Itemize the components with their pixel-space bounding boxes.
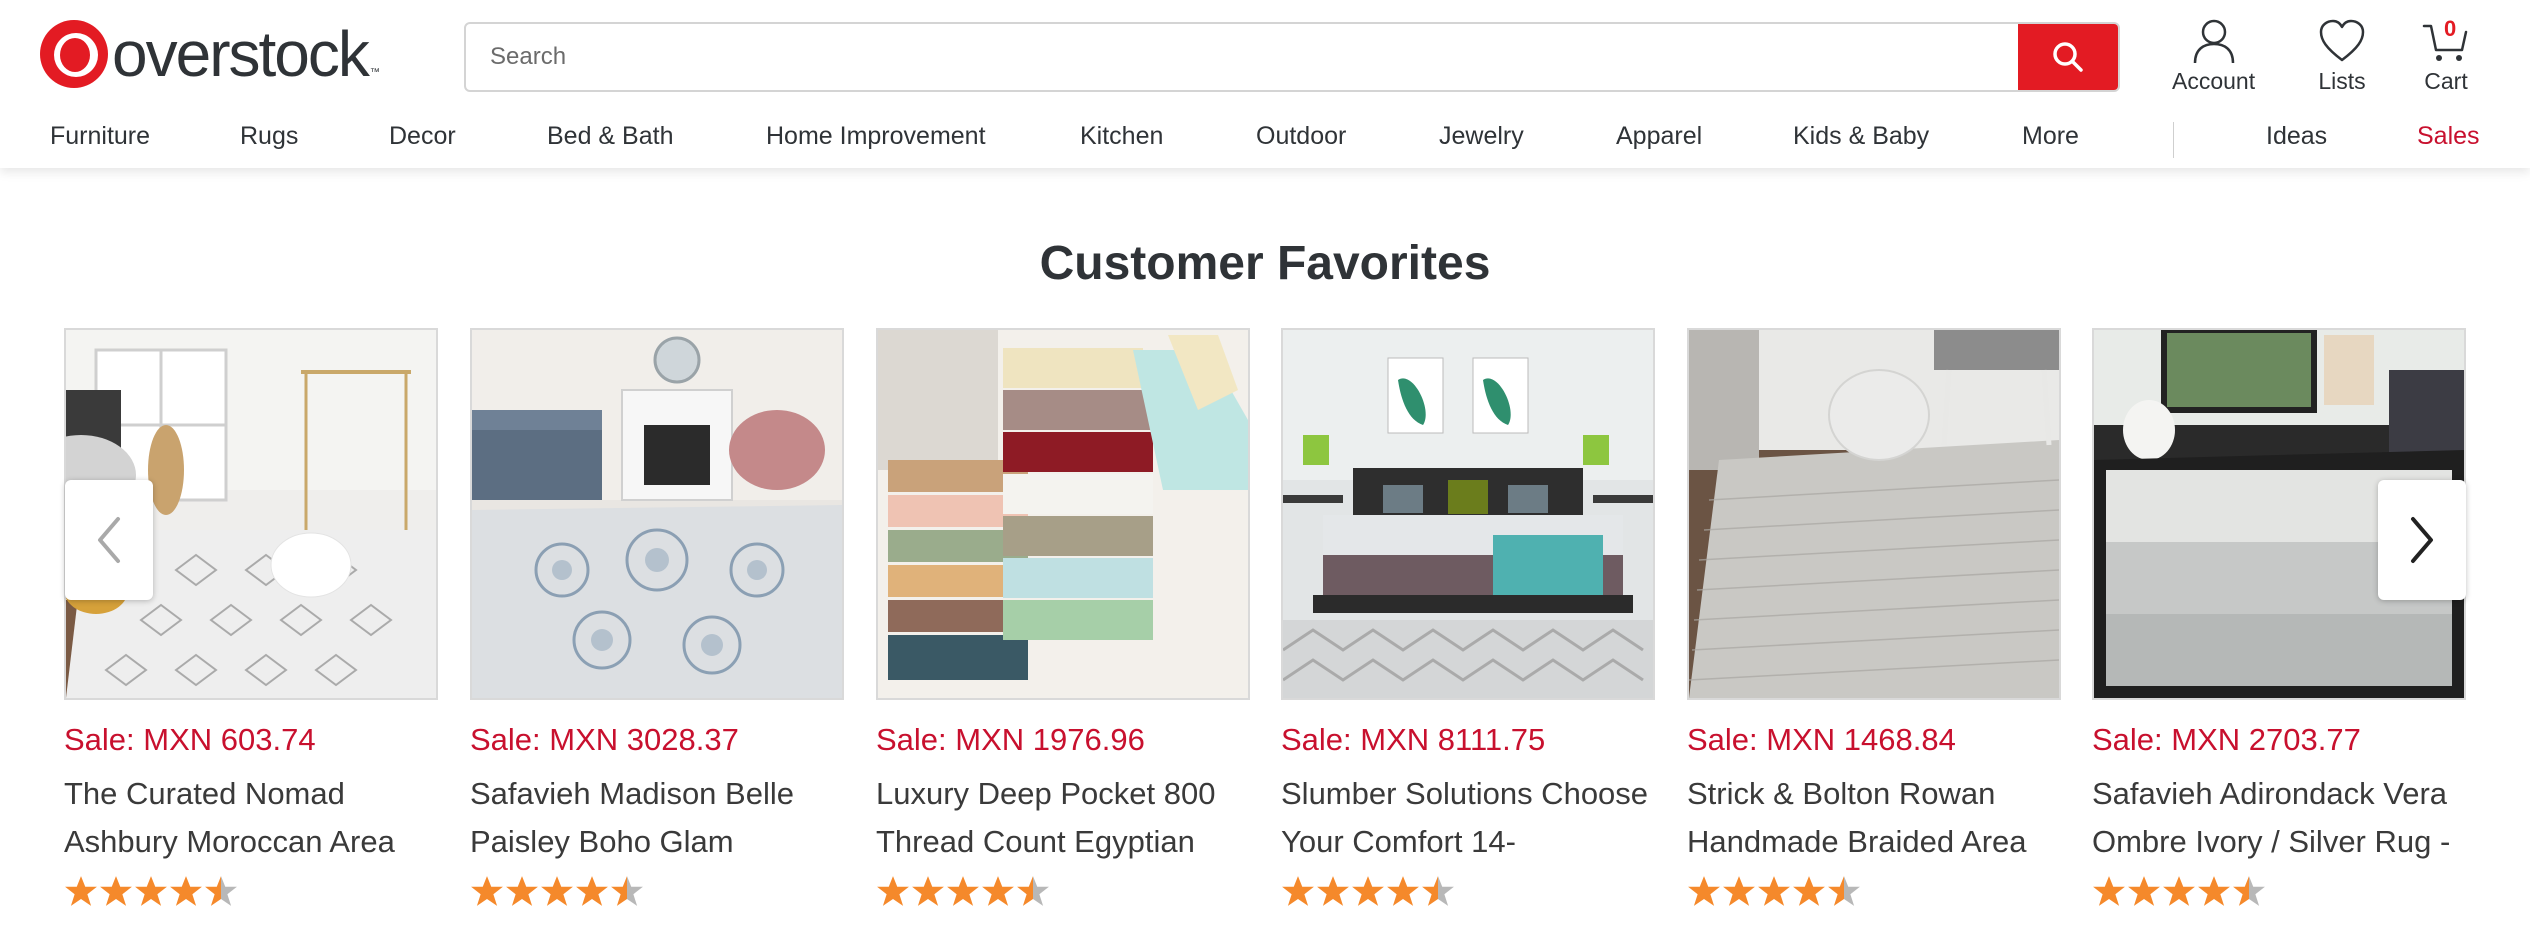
chevron-right-icon [2411, 517, 2433, 563]
cart-label: Cart [2424, 68, 2468, 94]
nav-more[interactable]: More [2022, 122, 2079, 151]
star-icon [2198, 876, 2230, 906]
product-price: Sale: MXN 8111.75 [1281, 722, 1546, 757]
star-icon [1387, 876, 1419, 906]
product-card[interactable]: Sale: MXN 603.74 The Curated Nomad Ashbu… [64, 328, 438, 908]
search-icon [2053, 42, 2083, 72]
heart-icon [2319, 19, 2365, 62]
product-name[interactable]: Slumber Solutions Choose Your Comfort 14… [1281, 770, 1655, 866]
star-icon [611, 876, 643, 906]
product-image[interactable] [876, 328, 1250, 700]
star-rating [1687, 874, 2061, 908]
star-icon [1758, 876, 1790, 906]
product-card[interactable]: Sale: MXN 3028.37 Safavieh Madison Belle… [470, 328, 844, 908]
star-icon [1688, 876, 1720, 906]
star-icon [1828, 876, 1860, 906]
product-price: Sale: MXN 603.74 [64, 722, 316, 757]
section-title: Customer Favorites [1039, 237, 1491, 290]
star-icon [912, 876, 944, 906]
category-nav: Furniture Rugs Decor Bed & Bath Home Imp… [0, 118, 2530, 162]
product-price: Sale: MXN 2703.77 [2092, 722, 2361, 757]
search-button[interactable] [2018, 24, 2118, 90]
nav-bed-bath[interactable]: Bed & Bath [547, 122, 673, 151]
nav-kitchen[interactable]: Kitchen [1080, 122, 1163, 151]
product-name[interactable]: The Curated Nomad Ashbury Moroccan Area [64, 770, 438, 866]
product-name[interactable]: Safavieh Adirondack Vera Ombre Ivory / S… [2092, 770, 2466, 866]
star-icon [576, 876, 608, 906]
star-icon [1282, 876, 1314, 906]
nav-decor[interactable]: Decor [389, 122, 456, 151]
product-price: Sale: MXN 3028.37 [470, 722, 739, 757]
star-rating [2092, 874, 2466, 908]
product-image[interactable] [470, 328, 844, 700]
star-icon [471, 876, 503, 906]
overstock-logo[interactable]: overstock ™ [40, 18, 380, 90]
cart-link[interactable]: 0 Cart [2422, 16, 2470, 95]
star-icon [1723, 876, 1755, 906]
star-icon [65, 876, 97, 906]
star-rating [470, 874, 844, 908]
star-icon [2093, 876, 2125, 906]
account-label: Account [2172, 68, 2256, 94]
product-name[interactable]: Strick & Bolton Rowan Handmade Braided A… [1687, 770, 2061, 866]
nav-sales[interactable]: Sales [2417, 122, 2480, 151]
carousel-next-button[interactable] [2378, 480, 2466, 600]
star-icon [170, 876, 202, 906]
account-link[interactable]: Account [2172, 18, 2255, 95]
star-icon [1317, 876, 1349, 906]
star-rating [1281, 874, 1655, 908]
star-icon [1017, 876, 1049, 906]
product-name[interactable]: Luxury Deep Pocket 800 Thread Count Egyp… [876, 770, 1250, 866]
carousel-prev-button[interactable] [65, 480, 153, 600]
nav-furniture[interactable]: Furniture [50, 122, 150, 151]
star-icon [100, 876, 132, 906]
cart-count-badge: 0 [2444, 16, 2457, 41]
nav-home-improvement[interactable]: Home Improvement [766, 122, 986, 151]
product-card[interactable]: Sale: MXN 2703.77 Safavieh Adirondack Ve… [2092, 328, 2466, 908]
product-card[interactable]: Sale: MXN 8111.75 Slumber Solutions Choo… [1281, 328, 1655, 908]
star-icon [947, 876, 979, 906]
search-input[interactable] [466, 24, 2018, 90]
product-price: Sale: MXN 1976.96 [876, 722, 1145, 757]
star-icon [541, 876, 573, 906]
nav-ideas[interactable]: Ideas [2266, 122, 2327, 151]
star-icon [205, 876, 237, 906]
star-rating [876, 874, 1250, 908]
product-image[interactable] [1281, 328, 1655, 700]
nav-rugs[interactable]: Rugs [240, 122, 298, 151]
star-rating [64, 874, 438, 908]
logo-mark [40, 20, 108, 88]
star-icon [135, 876, 167, 906]
nav-kids-baby[interactable]: Kids & Baby [1793, 122, 1929, 151]
site-header: overstock ™ Account Lists [0, 0, 2530, 168]
star-icon [2128, 876, 2160, 906]
account-icon [2193, 19, 2234, 64]
nav-jewelry[interactable]: Jewelry [1439, 122, 1524, 151]
nav-apparel[interactable]: Apparel [1616, 122, 1702, 151]
star-icon [2233, 876, 2265, 906]
search-bar [464, 22, 2120, 92]
logo-trademark: ™ [369, 67, 380, 78]
product-price: Sale: MXN 1468.84 [1687, 722, 1956, 757]
star-icon [982, 876, 1014, 906]
product-name[interactable]: Safavieh Madison Belle Paisley Boho Glam [470, 770, 844, 866]
star-icon [1352, 876, 1384, 906]
product-card[interactable]: Sale: MXN 1976.96 Luxury Deep Pocket 800… [876, 328, 1250, 908]
nav-outdoor[interactable]: Outdoor [1256, 122, 1346, 151]
star-icon [506, 876, 538, 906]
product-card[interactable]: Sale: MXN 1468.84 Strick & Bolton Rowan … [1687, 328, 2061, 908]
nav-divider [2173, 122, 2174, 158]
star-icon [1793, 876, 1825, 906]
star-icon [877, 876, 909, 906]
star-icon [1422, 876, 1454, 906]
star-icon [2163, 876, 2195, 906]
logo-wordmark: overstock [112, 18, 370, 90]
lists-link[interactable]: Lists [2318, 18, 2366, 95]
lists-label: Lists [2318, 68, 2366, 94]
chevron-left-icon [98, 517, 120, 563]
product-image[interactable] [1687, 328, 2061, 700]
